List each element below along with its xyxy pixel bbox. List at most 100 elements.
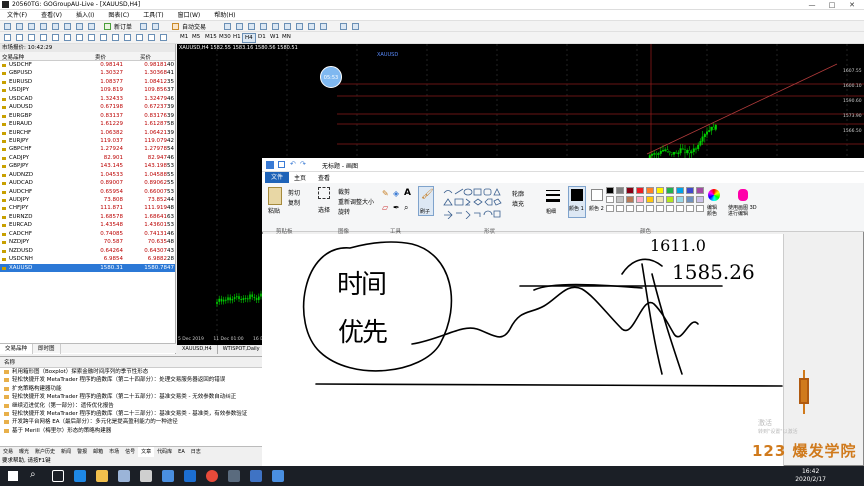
paint-task-icon[interactable]: [272, 470, 284, 482]
palette-swatch-empty[interactable]: [666, 205, 674, 212]
market-watch-row[interactable]: USDJPY 109.819 109.856 37: [0, 86, 175, 94]
paint-tab-file[interactable]: 文件: [265, 172, 289, 183]
market-watch-row[interactable]: CADCHF 0.74085 0.74131 46: [0, 230, 175, 238]
indicators-icon[interactable]: [320, 23, 327, 30]
market-watch-row[interactable]: CADJPY 82.901 82.947 46: [0, 154, 175, 162]
tile-icon[interactable]: [284, 23, 291, 30]
cut-button[interactable]: 剪切: [288, 188, 300, 197]
paint-tab-home[interactable]: 主页: [294, 173, 306, 182]
app-icon-2[interactable]: [184, 470, 196, 482]
paint3d-button[interactable]: 使用画图 3D 进行编辑: [728, 205, 760, 217]
market-watch-row[interactable]: NZDJPY 70.587 70.635 48: [0, 238, 175, 246]
autotrade-icon[interactable]: [172, 23, 179, 30]
history-icon[interactable]: [88, 23, 95, 30]
palette-swatch[interactable]: [606, 196, 614, 203]
menu-tools[interactable]: 工具(T): [136, 10, 170, 21]
tab-articles[interactable]: 文章: [138, 447, 155, 457]
paint-canvas[interactable]: 时间 优先 1611.0 1585.26: [262, 234, 784, 466]
shapes-gallery[interactable]: [442, 187, 508, 219]
cursor-icon[interactable]: [4, 34, 11, 41]
copy-button[interactable]: 复制: [288, 198, 300, 207]
palette-swatch[interactable]: [666, 196, 674, 203]
market-watch-row[interactable]: EURCHF 1.06382 1.06421 39: [0, 129, 175, 137]
tf-w1[interactable]: W1: [268, 33, 281, 41]
market-watch-row[interactable]: EURJPY 119.037 119.079 42: [0, 137, 175, 145]
select-icon[interactable]: [318, 187, 330, 199]
tab-tick-chart[interactable]: 即时图: [33, 344, 61, 354]
app-icon-1[interactable]: [162, 470, 174, 482]
market-watch-row[interactable]: EURCAD 1.43548 1.43601 53: [0, 221, 175, 229]
market-watch-row[interactable]: EURAUD 1.61229 1.61287 58: [0, 120, 175, 128]
tab-signals[interactable]: 信号: [122, 447, 138, 457]
channel-icon[interactable]: [64, 34, 71, 41]
color-palette[interactable]: [606, 187, 706, 217]
navigator-icon[interactable]: [40, 23, 47, 30]
tab-codebase[interactable]: 代码库: [154, 447, 175, 457]
paint3d-icon[interactable]: [738, 189, 748, 201]
market-watch-row[interactable]: AUDCAD 0.89007 0.89062 55: [0, 179, 175, 187]
palette-swatch[interactable]: [656, 187, 664, 194]
eraser-icon[interactable]: ▱: [382, 203, 388, 212]
tester-icon[interactable]: [64, 23, 71, 30]
palette-swatch-empty[interactable]: [636, 205, 644, 212]
tf-h1[interactable]: H1: [231, 33, 243, 41]
color2-swatch[interactable]: [591, 189, 603, 201]
palette-swatch[interactable]: [676, 187, 684, 194]
start-icon[interactable]: [8, 471, 18, 481]
text-icon[interactable]: [88, 34, 95, 41]
palette-swatch-empty[interactable]: [696, 205, 704, 212]
palette-swatch[interactable]: [666, 187, 674, 194]
tab-news[interactable]: 新闻: [58, 447, 74, 457]
article-item[interactable]: 继续迈进优化（第一部分）：遗传优化报告: [0, 402, 262, 410]
palette-swatch[interactable]: [646, 196, 654, 203]
minimize-icon[interactable]: —: [802, 0, 822, 10]
redo-icon[interactable]: ↷: [300, 160, 306, 168]
palette-swatch[interactable]: [636, 187, 644, 194]
text-tool-icon[interactable]: A: [404, 188, 411, 198]
search-icon[interactable]: ⌕: [30, 469, 36, 480]
fill-icon[interactable]: ◈: [393, 189, 399, 198]
crosshair-icon[interactable]: [16, 34, 23, 41]
menu-window[interactable]: 窗口(W): [171, 10, 208, 21]
paint-tab-view[interactable]: 查看: [318, 173, 330, 182]
rotate-button[interactable]: 旋转: [338, 207, 350, 216]
palette-swatch[interactable]: [626, 187, 634, 194]
market-watch-row[interactable]: GBPCHF 1.27924 1.27978 54: [0, 145, 175, 153]
article-item[interactable]: 开发跨平台网格 EA（最后部分）：多元化是提高盈利能力的一种途径: [0, 418, 262, 426]
size-button[interactable]: 粗细: [546, 208, 556, 215]
tf-m5[interactable]: M5: [190, 33, 202, 41]
picker-icon[interactable]: ✒: [393, 203, 400, 212]
clock[interactable]: 16:42 2020/2/17: [795, 468, 826, 484]
data-window-icon[interactable]: [76, 23, 83, 30]
tf-d1[interactable]: D1: [256, 33, 268, 41]
palette-swatch-empty[interactable]: [626, 205, 634, 212]
trendline-icon[interactable]: [52, 34, 59, 41]
tab-market[interactable]: 市场: [106, 447, 122, 457]
market-watch-row[interactable]: GBPJPY 143.145 143.198 53: [0, 162, 175, 170]
market-watch-row[interactable]: AUDUSD 0.67198 0.67237 39: [0, 103, 175, 111]
article-item[interactable]: 轻松快捷开发 MetaTrader 程序的函数库（第二十五部分）：基准交易类 -…: [0, 393, 262, 401]
palette-swatch[interactable]: [616, 187, 624, 194]
article-item[interactable]: 利用箱形图（Boxplot）探索金融时间序列的季节性形态: [0, 368, 262, 376]
templates-icon[interactable]: [352, 23, 359, 30]
menu-insert[interactable]: 插入(I): [69, 10, 101, 21]
palette-swatch[interactable]: [656, 196, 664, 203]
pencil-icon[interactable]: ✎: [382, 189, 389, 198]
zoom-out-icon[interactable]: [272, 23, 279, 30]
market-watch-row[interactable]: GBPUSD 1.30327 1.30368 41: [0, 69, 175, 77]
tf-mn[interactable]: MN: [280, 33, 293, 41]
metaeditor-icon[interactable]: [140, 23, 147, 30]
market-watch-row[interactable]: AUDJPY 73.808 73.852 44: [0, 196, 175, 204]
autoscroll-icon[interactable]: [296, 23, 303, 30]
market-watch-row[interactable]: XAUUSD 1580.31 1580.78 47: [0, 263, 175, 272]
market-watch-row[interactable]: AUDCHF 0.65954 0.66007 53: [0, 188, 175, 196]
chart-tab-xauusd[interactable]: XAUUSD,H4: [177, 345, 218, 354]
menu-help[interactable]: 帮助(H): [207, 10, 242, 21]
signals-icon[interactable]: [152, 23, 159, 30]
chart-shift-icon[interactable]: [308, 23, 315, 30]
ellipse-icon[interactable]: [136, 34, 143, 41]
chrome-icon[interactable]: [206, 470, 218, 482]
label-icon[interactable]: [100, 34, 107, 41]
palette-swatch-empty[interactable]: [686, 205, 694, 212]
tab-account-history[interactable]: 账户历史: [32, 447, 58, 457]
